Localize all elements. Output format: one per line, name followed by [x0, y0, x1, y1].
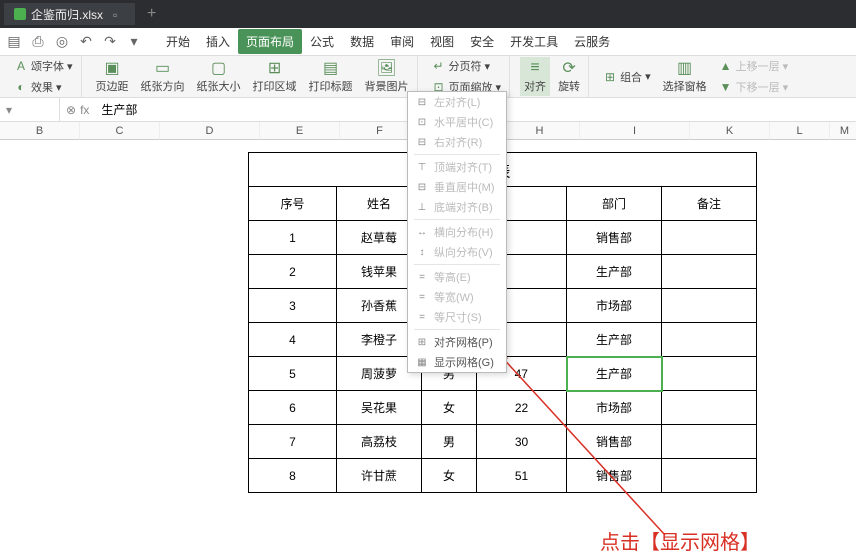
group-button[interactable]: ⊞组合 ▾ — [599, 67, 655, 87]
preview-icon[interactable]: ◎ — [54, 34, 70, 50]
background-button[interactable]: 🖼背景图片 — [361, 57, 413, 96]
menu-0[interactable]: 开始 — [158, 29, 198, 54]
quick-access-toolbar: ▤ ⎙ ◎ ↶ ↷ ▾ — [6, 34, 142, 50]
menu-4[interactable]: 数据 — [342, 29, 382, 54]
bring-forward-button[interactable]: ▲上移一层 ▾ — [715, 56, 793, 76]
menu-5[interactable]: 审阅 — [382, 29, 422, 54]
size-button[interactable]: ▢纸张大小 — [193, 57, 245, 96]
menu-1[interactable]: 插入 — [198, 29, 238, 54]
col-M[interactable]: M — [830, 122, 856, 140]
col-I[interactable]: I — [580, 122, 690, 140]
selection-pane-button[interactable]: ▥选择窗格 — [659, 57, 711, 96]
menubar: ▤ ⎙ ◎ ↶ ↷ ▾ 开始插入页面布局公式数据审阅视图安全开发工具云服务 — [0, 28, 856, 56]
col-H[interactable]: H — [500, 122, 580, 140]
file-icon — [14, 8, 26, 20]
dropdown-item[interactable]: ⊞对齐网格(P) — [408, 332, 506, 352]
menu-7[interactable]: 安全 — [462, 29, 502, 54]
col-K[interactable]: K — [690, 122, 770, 140]
rotate-button[interactable]: ⟳旋转 — [554, 57, 584, 96]
dropdown-item: =等尺寸(S) — [408, 307, 506, 327]
menu-tabs: 开始插入页面布局公式数据审阅视图安全开发工具云服务 — [158, 29, 618, 54]
table-row[interactable]: 6吴花果女22市场部 — [249, 391, 757, 425]
menu-8[interactable]: 开发工具 — [502, 29, 566, 54]
menu-3[interactable]: 公式 — [302, 29, 342, 54]
save-icon[interactable]: ▤ — [6, 34, 22, 50]
dropdown-item: ⊟垂直居中(M) — [408, 177, 506, 197]
dropdown-item: ⊥底端对齐(B) — [408, 197, 506, 217]
file-tab[interactable]: 企鉴而归.xlsx ▫ — [4, 3, 135, 25]
col-E[interactable]: E — [260, 122, 340, 140]
titlebar: 企鉴而归.xlsx ▫ + — [0, 0, 856, 28]
dropdown-item: ⊟左对齐(L) — [408, 92, 506, 112]
dropdown-item: ⊡水平居中(C) — [408, 112, 506, 132]
printarea-button[interactable]: ⊞打印区域 — [249, 57, 301, 96]
menu-2[interactable]: 页面布局 — [238, 29, 302, 54]
name-box[interactable]: ▾ — [0, 98, 60, 121]
fx-button[interactable]: ⊗fx — [60, 103, 95, 117]
dropdown-item: ↔横向分布(H) — [408, 222, 506, 242]
col-C[interactable]: C — [80, 122, 160, 140]
table-row[interactable]: 8许甘蔗女51销售部 — [249, 459, 757, 493]
dropdown-item: ↕纵向分布(V) — [408, 242, 506, 262]
dropdown-item: ⊤顶端对齐(T) — [408, 157, 506, 177]
print-icon[interactable]: ⎙ — [30, 34, 46, 50]
orientation-button[interactable]: ▭纸张方向 — [137, 57, 189, 96]
col-B[interactable]: B — [0, 122, 80, 140]
font-dropdown[interactable]: A颂字体 ▾ — [10, 56, 77, 76]
new-tab-button[interactable]: + — [139, 5, 164, 23]
align-button[interactable]: ≡对齐 — [520, 57, 550, 96]
annotation-text: 点击【显示网格】 — [600, 526, 760, 555]
dropdown-item[interactable]: ▦显示网格(G) — [408, 352, 506, 372]
dropdown-item: =等高(E) — [408, 267, 506, 287]
effect-dropdown[interactable]: ◐效果 ▾ — [10, 77, 77, 97]
tab-options-icon[interactable]: ▫ — [113, 8, 125, 20]
printtitles-button[interactable]: ▤打印标题 — [305, 57, 357, 96]
col-L[interactable]: L — [770, 122, 830, 140]
menu-6[interactable]: 视图 — [422, 29, 462, 54]
dropdown-item: =等宽(W) — [408, 287, 506, 307]
margins-button[interactable]: ▣页边距 — [92, 57, 133, 96]
send-backward-button[interactable]: ▼下移一层 ▾ — [715, 77, 793, 97]
qat-dropdown-icon[interactable]: ▾ — [126, 34, 142, 50]
redo-icon[interactable]: ↷ — [102, 34, 118, 50]
col-D[interactable]: D — [160, 122, 260, 140]
filename: 企鉴而归.xlsx — [31, 6, 103, 23]
menu-9[interactable]: 云服务 — [566, 29, 618, 54]
dropdown-item: ⊟右对齐(R) — [408, 132, 506, 152]
table-row[interactable]: 7高荔枝男30销售部 — [249, 425, 757, 459]
align-dropdown-menu: ⊟左对齐(L)⊡水平居中(C)⊟右对齐(R) ⊤顶端对齐(T)⊟垂直居中(M)⊥底… — [407, 91, 507, 373]
undo-icon[interactable]: ↶ — [78, 34, 94, 50]
breaks-button[interactable]: ↵分页符 ▾ — [428, 56, 506, 76]
